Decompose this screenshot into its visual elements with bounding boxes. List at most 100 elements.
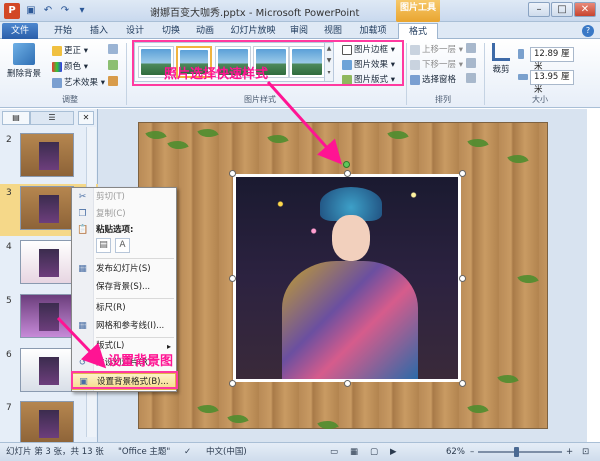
rotation-handle[interactable] xyxy=(343,161,350,168)
tab-transitions[interactable]: 切换 xyxy=(156,23,186,39)
current-slide[interactable] xyxy=(138,122,548,435)
send-backward-icon xyxy=(410,59,420,70)
help-icon[interactable]: ? xyxy=(582,25,594,37)
arrange-group-label: 排列 xyxy=(435,95,451,104)
zoom-slider-thumb[interactable] xyxy=(514,447,519,457)
minimize-button[interactable]: – xyxy=(528,2,550,17)
resize-handle[interactable] xyxy=(344,170,351,177)
menu-item-save-background[interactable]: 保存背景(S)... xyxy=(72,279,176,296)
window-title: 谢娜百变大咖秀.pptx - Microsoft PowerPoint xyxy=(150,8,360,19)
bring-forward-label: 上移一层 ▾ xyxy=(422,45,463,55)
undo-icon[interactable]: ↶ xyxy=(41,4,55,18)
width-icon xyxy=(518,72,530,82)
ivy-leaf-decoration xyxy=(467,133,489,153)
ivy-leaf-decoration xyxy=(197,399,219,419)
change-picture-icon[interactable] xyxy=(108,60,120,71)
resize-handle[interactable] xyxy=(229,170,236,177)
menu-item-publish-slides[interactable]: ▦ 发布幻灯片(S) xyxy=(72,261,176,278)
ivy-leaf-decoration xyxy=(387,125,409,145)
group-icon[interactable] xyxy=(466,58,478,69)
paste-text-only-icon[interactable]: A xyxy=(115,238,130,253)
artistic-effects-label: 艺术效果 ▾ xyxy=(64,78,105,88)
language-status[interactable]: 中文(中国) xyxy=(206,443,247,461)
artistic-effects-icon xyxy=(52,77,62,88)
height-input[interactable]: 12.89 厘米 xyxy=(530,47,574,72)
menu-item-cut[interactable]: ✂ 剪切(T) xyxy=(72,189,176,206)
menu-item-label: 粘贴选项: xyxy=(96,225,134,235)
tab-format[interactable]: 格式 xyxy=(398,23,438,39)
slide-thumbnail-image xyxy=(20,401,74,445)
picture-styles-group-label: 图片样式 xyxy=(244,95,276,104)
outline-tab[interactable]: ☰ xyxy=(30,111,74,125)
quick-access-toolbar: ▣ ↶ ↷ ▾ xyxy=(24,4,89,18)
paste-keep-format-icon[interactable]: ▤ xyxy=(96,238,111,253)
bring-forward-button[interactable]: 上移一层 ▾ xyxy=(410,43,463,55)
menu-item-paste-options: 📋 粘贴选项: xyxy=(72,222,176,239)
tab-addins[interactable]: 加载项 xyxy=(354,23,392,39)
tab-slideshow[interactable]: 幻灯片放映 xyxy=(226,23,280,39)
set-background-annotation: 设置背景图 xyxy=(108,354,174,369)
publish-icon: ▦ xyxy=(78,264,87,274)
selection-pane-button[interactable]: 选择窗格 xyxy=(410,73,456,85)
zoom-level[interactable]: 62% xyxy=(446,443,465,461)
maximize-button[interactable]: □ xyxy=(551,2,573,17)
crop-button[interactable]: 裁剪 xyxy=(488,43,514,75)
slideshow-view-icon[interactable]: ▶ xyxy=(390,443,397,461)
color-label: 颜色 ▾ xyxy=(64,62,88,72)
tab-animations[interactable]: 动画 xyxy=(190,23,220,39)
menu-item-label: 网格和参考线(I)... xyxy=(96,321,165,331)
resize-handle[interactable] xyxy=(459,275,466,282)
rotate-icon[interactable] xyxy=(466,73,478,84)
slide-thumbnail[interactable]: 2 xyxy=(0,131,98,183)
save-icon[interactable]: ▣ xyxy=(24,4,38,18)
resize-handle[interactable] xyxy=(459,380,466,387)
resize-handle[interactable] xyxy=(344,380,351,387)
reset-picture-icon[interactable] xyxy=(108,76,120,87)
resize-handle[interactable] xyxy=(229,380,236,387)
selected-picture[interactable] xyxy=(233,174,461,382)
resize-handle[interactable] xyxy=(229,275,236,282)
normal-view-icon[interactable]: ▭ xyxy=(330,443,338,461)
remove-background-button[interactable]: 删除背景 xyxy=(6,43,42,79)
close-button[interactable]: ✕ xyxy=(574,2,596,17)
width-input[interactable]: 13.95 厘米 xyxy=(530,70,574,95)
slides-tab[interactable]: ▤ xyxy=(2,111,30,125)
ivy-leaf-decoration xyxy=(167,135,189,155)
color-button[interactable]: 颜色 ▾ xyxy=(52,60,88,72)
selection-pane-icon xyxy=(410,74,420,85)
fit-slide-icon[interactable]: ⊡ xyxy=(582,443,589,461)
zoom-slider-track[interactable] xyxy=(478,451,562,453)
slide-sorter-view-icon[interactable]: ▦ xyxy=(350,443,358,461)
corrections-button[interactable]: 更正 ▾ xyxy=(52,44,88,56)
customize-qat-icon[interactable]: ▾ xyxy=(75,4,89,18)
tab-design[interactable]: 设计 xyxy=(120,23,150,39)
align-icon[interactable] xyxy=(466,43,478,54)
close-panel-icon[interactable]: ✕ xyxy=(78,111,94,125)
menu-separator xyxy=(96,258,174,259)
menu-item-grid-guides[interactable]: ▦ 网格和参考线(I)... xyxy=(72,318,176,335)
tab-view[interactable]: 视图 xyxy=(318,23,348,39)
resize-handle[interactable] xyxy=(459,170,466,177)
reading-view-icon[interactable]: ▢ xyxy=(370,443,378,461)
tab-review[interactable]: 审阅 xyxy=(284,23,314,39)
spellcheck-icon[interactable]: ✓ xyxy=(184,443,191,461)
redo-icon[interactable]: ↷ xyxy=(58,4,72,18)
zoom-out-icon[interactable]: – xyxy=(470,443,474,461)
bring-forward-icon xyxy=(410,44,420,55)
send-backward-button[interactable]: 下移一层 ▾ xyxy=(410,58,463,70)
artistic-effects-button[interactable]: 艺术效果 ▾ xyxy=(52,76,105,88)
group-divider xyxy=(126,43,127,105)
status-bar: 幻灯片 第 3 张，共 13 张 "Office 主题" ✓ 中文(中国) ▭ … xyxy=(0,442,600,461)
tab-home[interactable]: 开始 xyxy=(48,23,78,39)
zoom-in-icon[interactable]: + xyxy=(566,443,573,461)
quick-style-annotation: 照片选择快速样式 xyxy=(164,67,269,82)
theme-status[interactable]: "Office 主题" xyxy=(118,443,170,461)
menu-item-ruler[interactable]: 标尺(R) xyxy=(72,300,176,317)
copy-icon: ❐ xyxy=(78,209,87,219)
menu-item-copy[interactable]: ❐ 复制(C) xyxy=(72,206,176,223)
tab-file[interactable]: 文件 xyxy=(2,23,38,39)
crop-icon xyxy=(492,43,510,61)
tab-insert[interactable]: 插入 xyxy=(84,23,114,39)
compress-pictures-icon[interactable] xyxy=(108,44,120,55)
powerpoint-logo-icon[interactable]: P xyxy=(4,3,20,19)
